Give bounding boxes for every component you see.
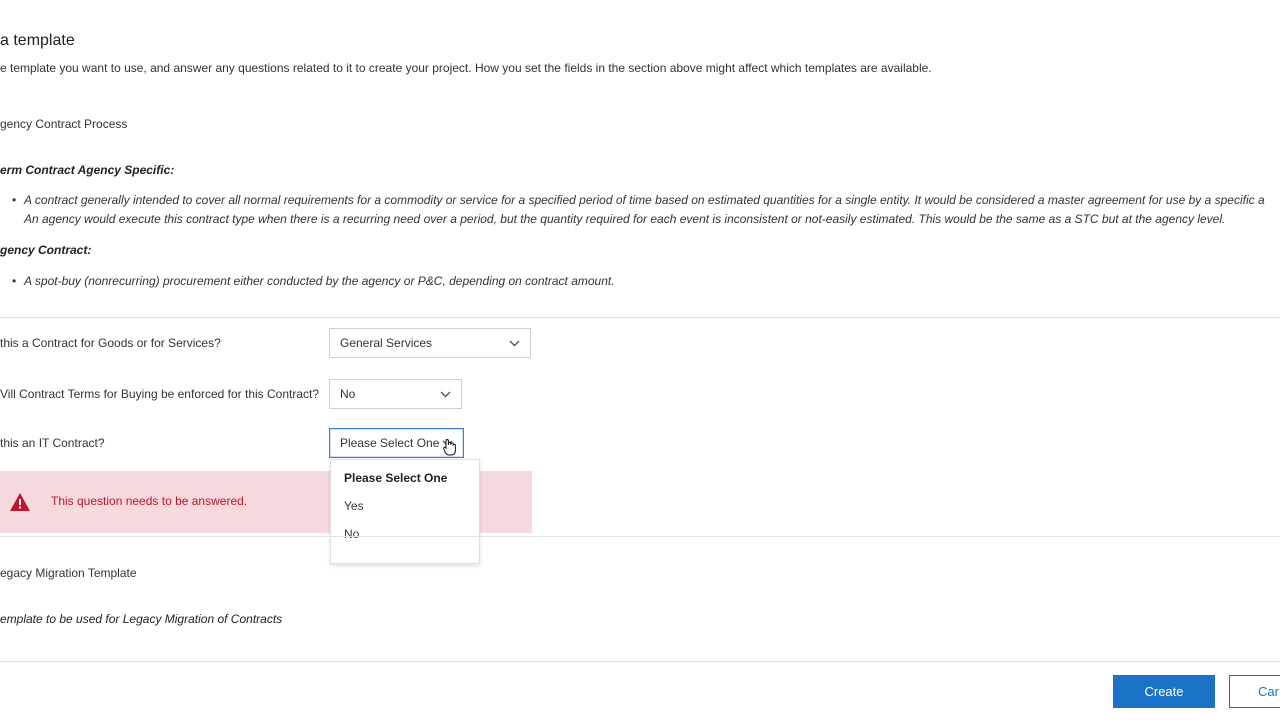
- dropdown-option-please-select[interactable]: Please Select One: [344, 471, 447, 485]
- warning-icon: [10, 493, 30, 511]
- section-description: e template you want to use, and answer a…: [0, 61, 932, 75]
- template-name-agency-contract[interactable]: gency Contract Process: [0, 117, 127, 131]
- definition-bullet-text: A contract generally intended to cover a…: [24, 193, 1265, 207]
- definition-heading-term-contract: erm Contract Agency Specific:: [0, 163, 175, 177]
- select-value: General Services: [340, 336, 433, 350]
- definition-bullet-text: A spot-buy (nonrecurring) procurement ei…: [24, 274, 615, 288]
- contract-terms-select[interactable]: No: [329, 379, 462, 409]
- select-value: Please Select One: [340, 436, 440, 450]
- chevron-down-icon: [440, 391, 451, 397]
- dropdown-option-no[interactable]: No: [344, 527, 359, 541]
- section-title: a template: [0, 32, 75, 49]
- question-label-goods-services: this a Contract for Goods or for Service…: [0, 336, 221, 350]
- definition-bullet-text: An agency would execute this contract ty…: [24, 212, 1226, 226]
- definition-heading-agency-contract: gency Contract:: [0, 243, 92, 257]
- question-label-it-contract: this an IT Contract?: [0, 436, 105, 450]
- template-name-legacy-migration[interactable]: egacy Migration Template: [0, 566, 137, 580]
- legacy-migration-description: emplate to be used for Legacy Migration …: [0, 612, 283, 626]
- bullet-dot: •: [12, 193, 17, 207]
- divider: [0, 317, 1280, 318]
- error-message-text: This question needs to be answered.: [51, 494, 248, 508]
- bullet-dot: •: [12, 274, 17, 288]
- cancel-button[interactable]: Car: [1229, 675, 1280, 708]
- dropdown-option-yes[interactable]: Yes: [344, 499, 364, 513]
- select-value: No: [340, 387, 356, 401]
- divider: [0, 536, 1280, 537]
- create-button[interactable]: Create: [1113, 675, 1215, 708]
- it-contract-dropdown-menu: Please Select One Yes No: [330, 459, 480, 564]
- divider: [0, 661, 1280, 662]
- question-label-contract-terms: Vill Contract Terms for Buying be enforc…: [0, 387, 320, 401]
- mouse-cursor-icon: [443, 438, 456, 456]
- chevron-down-icon: [509, 340, 520, 346]
- goods-services-select[interactable]: General Services: [329, 328, 531, 358]
